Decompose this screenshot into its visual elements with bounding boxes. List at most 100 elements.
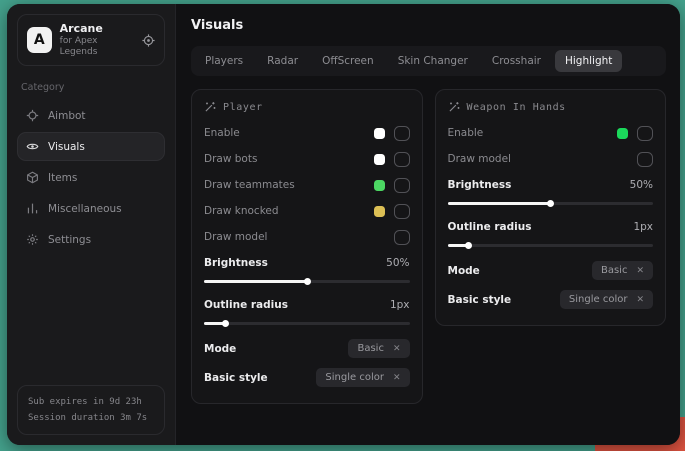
setting-value: 50% xyxy=(630,179,653,191)
toggle-setting-row: Draw teammates xyxy=(204,177,410,193)
slider-setting: Brightness 50% xyxy=(448,177,654,207)
toggle-checkbox[interactable] xyxy=(637,126,653,141)
tab-players[interactable]: Players xyxy=(195,50,253,72)
setting-controls xyxy=(637,152,653,167)
toggle-checkbox[interactable] xyxy=(394,230,410,245)
setting-controls xyxy=(374,178,410,193)
toggle-checkbox[interactable] xyxy=(637,152,653,167)
sidebar-item-miscellaneous[interactable]: Miscellaneous xyxy=(17,194,165,223)
sidebar-item-aimbot[interactable]: Aimbot xyxy=(17,101,165,130)
toggle-checkbox[interactable] xyxy=(394,204,410,219)
setting-label: Mode xyxy=(448,265,480,277)
chip-close-icon[interactable]: ✕ xyxy=(393,344,401,354)
setting-controls xyxy=(374,152,410,167)
tab-bar: PlayersRadarOffScreenSkin ChangerCrossha… xyxy=(191,46,666,76)
setting-value: 1px xyxy=(633,221,653,233)
chip-value: Basic xyxy=(357,343,383,354)
sidebar-item-settings[interactable]: Settings xyxy=(17,225,165,254)
toggle-checkbox[interactable] xyxy=(394,152,410,167)
toggle-setting-row: Enable xyxy=(448,125,654,141)
app-header-card: A Arcane for Apex Legends xyxy=(17,14,165,66)
slider-track xyxy=(448,244,654,247)
sidebar-item-label: Settings xyxy=(48,234,91,246)
tab-offscreen[interactable]: OffScreen xyxy=(312,50,384,72)
setting-label: Enable xyxy=(448,127,484,139)
eye-icon xyxy=(26,140,39,153)
main-content: Visuals PlayersRadarOffScreenSkin Change… xyxy=(176,4,680,445)
color-swatch[interactable] xyxy=(374,206,385,217)
chip-value: Single color xyxy=(569,294,628,305)
panel-header: Player xyxy=(204,101,410,113)
session-duration-text: Session duration 3m 7s xyxy=(28,410,154,426)
wand-icon xyxy=(204,101,216,113)
cube-icon xyxy=(26,171,39,184)
chip-close-icon[interactable]: ✕ xyxy=(636,266,644,276)
setting-label: Brightness xyxy=(204,257,268,269)
slider-group xyxy=(448,242,654,249)
tab-skin-changer[interactable]: Skin Changer xyxy=(388,50,478,72)
color-swatch[interactable] xyxy=(374,154,385,165)
chip-setting-row: Mode Basic✕ xyxy=(448,261,654,280)
chip-setting-row: Mode Basic ✕ xyxy=(204,339,410,358)
color-swatch[interactable] xyxy=(374,128,385,139)
slider-handle[interactable] xyxy=(222,320,229,327)
setting-value: 50% xyxy=(386,257,409,269)
slider-handle[interactable] xyxy=(547,200,554,207)
crosshair-icon xyxy=(26,109,39,122)
slider-handle[interactable] xyxy=(465,242,472,249)
slider-group xyxy=(204,320,410,327)
app-subtitle: for Apex Legends xyxy=(60,36,134,59)
setting-label: Draw knocked xyxy=(204,205,279,217)
subscription-info-box: Sub expires in 9d 23h Session duration 3… xyxy=(17,385,165,435)
select-chip[interactable]: Single color ✕ xyxy=(560,290,653,309)
tab-radar[interactable]: Radar xyxy=(257,50,308,72)
setting-label: Basic style xyxy=(204,372,268,384)
select-chip[interactable]: Basic ✕ xyxy=(348,339,409,358)
slider-fill xyxy=(204,280,307,283)
sidebar-item-items[interactable]: Items xyxy=(17,163,165,192)
toggle-checkbox[interactable] xyxy=(394,126,410,141)
select-chip[interactable]: Single color✕ xyxy=(316,368,409,387)
slider-group xyxy=(204,278,410,285)
toggle-setting-row: Enable xyxy=(204,125,410,141)
toggle-checkbox[interactable] xyxy=(394,178,410,193)
panel-weapon-in-hands: Weapon In HandsEnableDraw modelBrightnes… xyxy=(435,89,667,326)
page-title: Visuals xyxy=(191,18,666,33)
panel-header: Weapon In Hands xyxy=(448,101,654,113)
wand-icon xyxy=(448,101,460,113)
setting-controls xyxy=(374,126,410,141)
setting-controls xyxy=(394,230,410,245)
setting-label: Draw bots xyxy=(204,153,257,165)
slider[interactable] xyxy=(204,278,410,285)
chip-setting-row: Basic styleSingle color✕ xyxy=(448,290,654,309)
tab-crosshair[interactable]: Crosshair xyxy=(482,50,551,72)
slider[interactable] xyxy=(448,200,654,207)
chip-close-icon[interactable]: ✕ xyxy=(636,295,644,305)
app-logo: A xyxy=(27,27,52,53)
slider-handle[interactable] xyxy=(304,278,311,285)
app-name: Arcane xyxy=(60,22,134,36)
setting-label: Draw model xyxy=(204,231,267,243)
color-swatch[interactable] xyxy=(374,180,385,191)
slider[interactable] xyxy=(204,320,410,327)
select-chip[interactable]: Basic✕ xyxy=(592,261,653,280)
slider-label-row: Outline radius1px xyxy=(204,297,410,313)
slider[interactable] xyxy=(448,242,654,249)
slider-setting: Outline radius1px xyxy=(448,219,654,249)
slider-setting: Brightness 50% xyxy=(204,255,410,285)
tab-highlight[interactable]: Highlight xyxy=(555,50,622,72)
setting-label: Mode xyxy=(204,343,236,355)
color-swatch[interactable] xyxy=(617,128,628,139)
sidebar-item-label: Miscellaneous xyxy=(48,203,122,215)
sub-expiry-text: Sub expires in 9d 23h xyxy=(28,394,154,410)
chip-setting-row: Basic style Single color✕ xyxy=(204,368,410,387)
panel-title: Player xyxy=(223,102,263,113)
target-icon[interactable] xyxy=(142,34,155,47)
setting-label: Enable xyxy=(204,127,240,139)
sidebar: A Arcane for Apex Legends Category Aimbo… xyxy=(7,4,176,445)
setting-label: Brightness xyxy=(448,179,512,191)
sidebar-item-visuals[interactable]: Visuals xyxy=(17,132,165,161)
slider-setting: Outline radius1px xyxy=(204,297,410,327)
sidebar-item-label: Items xyxy=(48,172,77,184)
chip-close-icon[interactable]: ✕ xyxy=(393,373,401,383)
